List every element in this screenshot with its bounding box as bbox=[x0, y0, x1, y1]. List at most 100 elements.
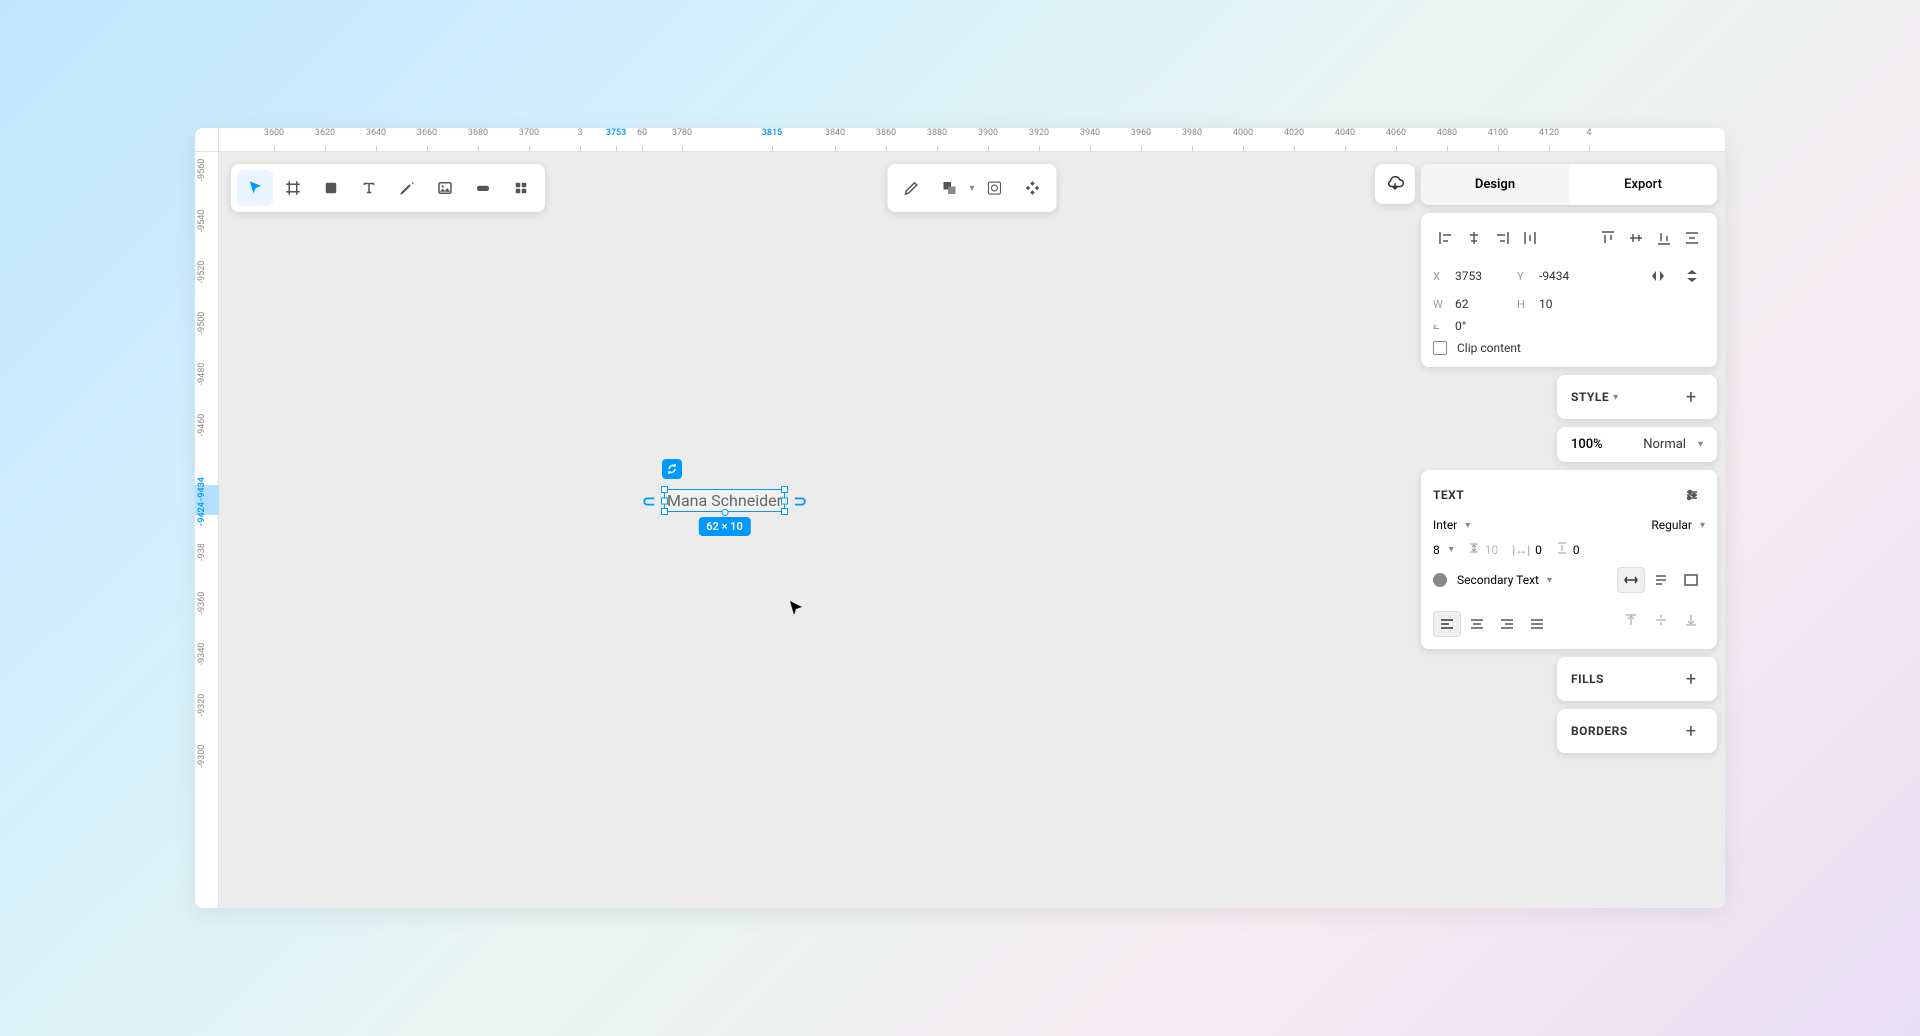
text-color-select[interactable]: Secondary Text▾ bbox=[1457, 573, 1552, 587]
paragraph-spacing-input[interactable]: 0 bbox=[1556, 542, 1580, 557]
resize-handle-ml[interactable] bbox=[661, 497, 668, 504]
text-section: TEXT Inter▾ Regular▾ 8▾ bbox=[1421, 470, 1717, 649]
ruler-h-tick: 3 bbox=[577, 128, 582, 138]
ruler-h-tick: 60 bbox=[637, 128, 647, 138]
chevron-down-icon[interactable]: ▾ bbox=[969, 183, 974, 194]
y-value[interactable]: -9434 bbox=[1539, 269, 1593, 283]
ruler-h-tick: 3815 bbox=[762, 128, 783, 138]
panel-tabs: Design Export bbox=[1421, 164, 1717, 205]
tab-export[interactable]: Export bbox=[1569, 164, 1717, 205]
fixed-size-button[interactable] bbox=[1677, 567, 1705, 593]
font-family-select[interactable]: Inter▾ bbox=[1433, 518, 1470, 532]
chevron-down-icon[interactable]: ▾ bbox=[1613, 392, 1618, 403]
text-color-swatch[interactable] bbox=[1433, 573, 1447, 587]
text-valign-middle-button[interactable] bbox=[1647, 607, 1675, 633]
ruler-v-tick: -9340 bbox=[197, 643, 207, 666]
y-label: Y bbox=[1517, 270, 1531, 283]
selected-text-object[interactable]: ⊂ ⊃ Mana Schneider 62 × 10 bbox=[664, 489, 785, 512]
flip-v-button[interactable] bbox=[1679, 263, 1705, 289]
constraint-right-icon: ⊃ bbox=[794, 491, 807, 510]
ruler-v-tick: -9300 bbox=[197, 745, 207, 768]
flip-h-button[interactable] bbox=[1645, 263, 1671, 289]
text-valign-top-button[interactable] bbox=[1617, 607, 1645, 633]
ruler-h-tick: 3640 bbox=[366, 128, 386, 138]
rectangle-tool[interactable] bbox=[313, 170, 349, 206]
ruler-h-tick: 3880 bbox=[927, 128, 947, 138]
cursor-icon bbox=[789, 600, 803, 622]
text-align-left-button[interactable] bbox=[1433, 611, 1461, 637]
ruler-h-tick: 4120 bbox=[1539, 128, 1559, 138]
add-style-button[interactable]: + bbox=[1679, 385, 1703, 409]
text-options-button[interactable] bbox=[1679, 482, 1705, 508]
font-size-input[interactable]: 8▾ bbox=[1433, 543, 1454, 557]
properties-panel: Design Export bbox=[1421, 164, 1717, 753]
ruler-h-tick: 4040 bbox=[1335, 128, 1355, 138]
add-border-button[interactable]: + bbox=[1679, 719, 1703, 743]
sync-cloud-button[interactable] bbox=[1375, 164, 1415, 204]
text-tool[interactable] bbox=[351, 170, 387, 206]
edit-toolbar: ▾ bbox=[887, 164, 1056, 212]
align-right-button[interactable] bbox=[1489, 225, 1515, 251]
auto-height-button[interactable] bbox=[1647, 567, 1675, 593]
blend-mode-value[interactable]: Normal bbox=[1643, 437, 1686, 452]
x-value[interactable]: 3753 bbox=[1455, 269, 1509, 283]
resize-handle-bl[interactable] bbox=[661, 508, 668, 515]
text-align-center-button[interactable] bbox=[1463, 611, 1491, 637]
ruler-v-tick: -938 bbox=[197, 543, 207, 561]
h-value[interactable]: 10 bbox=[1539, 297, 1593, 311]
clip-content-checkbox[interactable] bbox=[1433, 341, 1447, 355]
sync-indicator-icon[interactable] bbox=[662, 459, 682, 479]
align-vcenter-button[interactable] bbox=[1623, 225, 1649, 251]
fills-title: FILLS bbox=[1571, 672, 1604, 686]
ruler-h-tick: 3980 bbox=[1182, 128, 1202, 138]
constraint-left-icon: ⊂ bbox=[642, 491, 655, 510]
w-value[interactable]: 62 bbox=[1455, 297, 1509, 311]
letter-spacing-input[interactable]: |↔| 0 bbox=[1512, 543, 1542, 557]
align-top-button[interactable] bbox=[1595, 225, 1621, 251]
x-label: X bbox=[1433, 270, 1447, 283]
ruler-v-tick: -9460 bbox=[197, 414, 207, 437]
select-tool[interactable] bbox=[237, 170, 273, 206]
auto-width-button[interactable] bbox=[1617, 567, 1645, 593]
create-component-tool[interactable] bbox=[1015, 170, 1051, 206]
ruler-h-tick: 4080 bbox=[1437, 128, 1457, 138]
clip-content-label: Clip content bbox=[1457, 341, 1521, 355]
pen-tool[interactable] bbox=[389, 170, 425, 206]
distribute-v-button[interactable] bbox=[1679, 225, 1705, 251]
ruler-h-tick: 4 bbox=[1586, 128, 1591, 138]
align-left-button[interactable] bbox=[1433, 225, 1459, 251]
add-fill-button[interactable]: + bbox=[1679, 667, 1703, 691]
canvas[interactable]: ▾ Design Export bbox=[219, 152, 1725, 908]
resize-handle-tl[interactable] bbox=[661, 486, 668, 493]
rotation-value[interactable]: 0° bbox=[1455, 319, 1509, 333]
text-valign-bottom-button[interactable] bbox=[1677, 607, 1705, 633]
boolean-tool[interactable] bbox=[931, 170, 967, 206]
resize-handle-bc[interactable] bbox=[721, 509, 728, 516]
button-tool[interactable] bbox=[465, 170, 501, 206]
text-align-justify-button[interactable] bbox=[1523, 611, 1551, 637]
style-section: STYLE ▾ + bbox=[1557, 375, 1717, 419]
text-align-right-button[interactable] bbox=[1493, 611, 1521, 637]
image-tool[interactable] bbox=[427, 170, 463, 206]
align-bottom-button[interactable] bbox=[1651, 225, 1677, 251]
opacity-section: 100% Normal ▾ bbox=[1557, 427, 1717, 462]
chevron-down-icon[interactable]: ▾ bbox=[1698, 439, 1703, 450]
align-hcenter-button[interactable] bbox=[1461, 225, 1487, 251]
mask-tool[interactable] bbox=[977, 170, 1013, 206]
opacity-value[interactable]: 100% bbox=[1571, 437, 1603, 452]
line-height-input[interactable]: 10 bbox=[1468, 542, 1499, 557]
resize-handle-tr[interactable] bbox=[781, 486, 788, 493]
distribute-h-button[interactable] bbox=[1517, 225, 1543, 251]
frame-tool[interactable] bbox=[275, 170, 311, 206]
resize-handle-mr[interactable] bbox=[781, 497, 788, 504]
edit-path-tool[interactable] bbox=[893, 170, 929, 206]
tools-toolbar bbox=[231, 164, 545, 212]
fills-section: FILLS + bbox=[1557, 657, 1717, 701]
ruler-h-tick: 3753 bbox=[606, 128, 627, 138]
font-weight-select[interactable]: Regular▾ bbox=[1651, 518, 1705, 532]
horizontal-ruler: 3600362036403660368037003375360378038153… bbox=[219, 128, 1725, 152]
resize-handle-br[interactable] bbox=[781, 508, 788, 515]
ruler-v-tick: -9320 bbox=[197, 694, 207, 717]
component-tool[interactable] bbox=[503, 170, 539, 206]
tab-design[interactable]: Design bbox=[1421, 164, 1569, 205]
